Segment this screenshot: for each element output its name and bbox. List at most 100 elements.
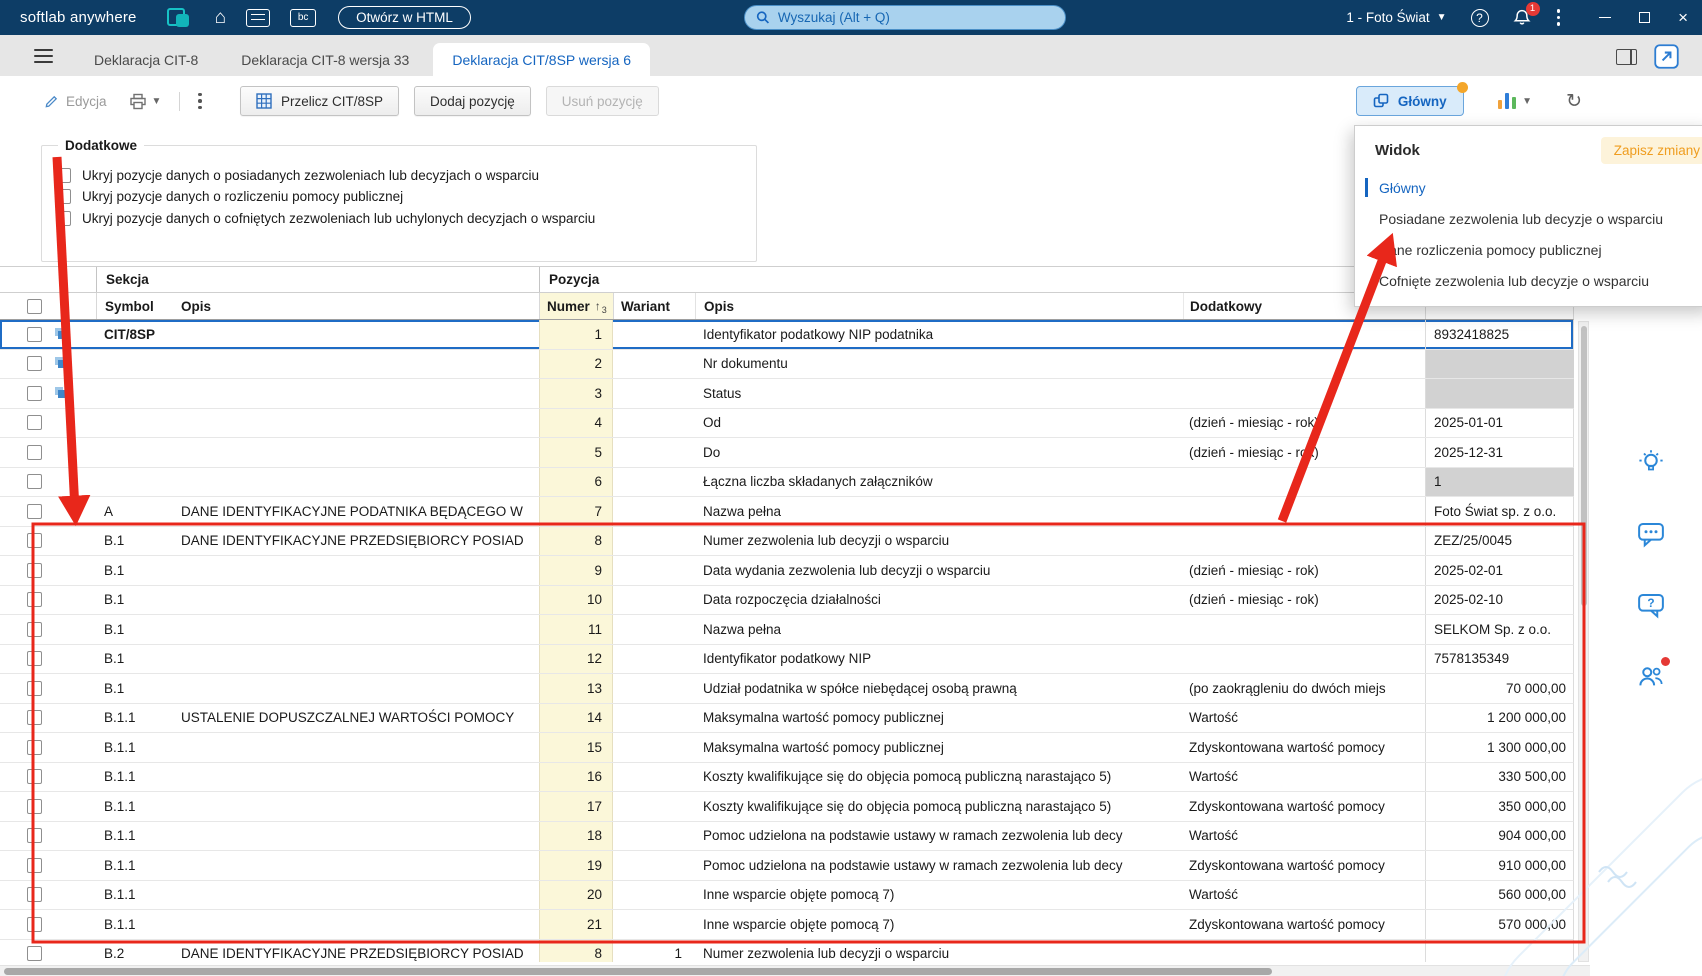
cell-value[interactable]: 904 000,00 — [1425, 821, 1574, 850]
table-row[interactable]: B.1.1 16 Koszty kwalifikujące się do obj… — [0, 762, 1574, 792]
table-row[interactable]: B.1.1 17 Koszty kwalifikujące się do obj… — [0, 792, 1574, 822]
cell-value[interactable]: 910 000,00 — [1425, 851, 1574, 880]
table-row[interactable]: B.1 11 Nazwa pełna SELKOM Sp. z o.o. — [0, 615, 1574, 645]
checkbox[interactable] — [56, 167, 71, 183]
select-all-checkbox[interactable] — [27, 298, 42, 314]
row-checkbox[interactable] — [27, 385, 42, 401]
row-checkbox[interactable] — [27, 828, 42, 844]
overflow-menu-icon[interactable] — [198, 92, 202, 110]
row-checkbox[interactable] — [27, 769, 42, 785]
cell-value[interactable]: 350 000,00 — [1425, 792, 1574, 821]
view-selector-button[interactable]: Główny — [1355, 82, 1468, 116]
cell-value[interactable]: 560 000,00 — [1425, 880, 1574, 909]
help-icon[interactable]: ? — [1470, 8, 1489, 27]
column-header-opis-sekcja[interactable]: Opis — [174, 293, 539, 319]
row-checkbox[interactable] — [27, 503, 42, 519]
open-external-icon[interactable] — [1653, 43, 1680, 70]
table-row[interactable]: 2 Nr dokumentu — [0, 349, 1574, 379]
cell-value[interactable]: 1 200 000,00 — [1425, 703, 1574, 732]
table-row[interactable]: 3 Status — [0, 379, 1574, 409]
refresh-icon[interactable]: ↻ — [1566, 92, 1582, 111]
option-hide-public-aid[interactable]: Ukryj pozycje danych o rozliczeniu pomoc… — [56, 189, 756, 204]
column-header-opis[interactable]: Opis — [695, 293, 1183, 319]
cell-value[interactable]: 2025-02-01 — [1425, 556, 1574, 585]
row-checkbox[interactable] — [27, 857, 42, 873]
remove-row-button[interactable]: Usuń pozycję — [545, 86, 659, 116]
column-header-wariant[interactable]: Wariant — [613, 293, 695, 319]
cell-value[interactable]: SELKOM Sp. z o.o. — [1425, 615, 1574, 644]
column-header-symbol[interactable]: Symbol — [96, 293, 174, 319]
bc-icon[interactable]: bc — [290, 8, 317, 27]
save-changes-button[interactable]: Zapisz zmiany — [1600, 137, 1702, 164]
cell-value[interactable] — [1425, 349, 1574, 378]
row-checkbox[interactable] — [27, 533, 42, 549]
table-row[interactable]: 5 Do (dzień - miesiąc - rok) 2025-12-31 — [0, 438, 1574, 468]
community-button[interactable] — [1634, 657, 1670, 693]
row-checkbox[interactable] — [27, 415, 42, 431]
row-checkbox[interactable] — [27, 474, 42, 490]
cell-value[interactable]: Foto Świat sp. z o.o. — [1425, 497, 1574, 526]
more-menu-icon[interactable] — [1556, 9, 1560, 26]
cell-value[interactable]: 1 — [1425, 467, 1574, 496]
cell-value[interactable] — [1425, 379, 1574, 408]
row-checkbox[interactable] — [27, 946, 42, 962]
table-row[interactable]: B.1 13 Udział podatnika w spółce niebędą… — [0, 674, 1574, 704]
horizontal-scrollbar[interactable] — [0, 965, 1590, 976]
print-button[interactable]: ▼ — [129, 93, 161, 110]
search-input[interactable] — [777, 10, 1054, 25]
minimize-button[interactable] — [1599, 16, 1612, 19]
row-checkbox[interactable] — [27, 592, 42, 608]
table-row[interactable]: B.1 12 Identyfikator podatkowy NIP 75781… — [0, 644, 1574, 674]
cell-value[interactable]: 330 500,00 — [1425, 762, 1574, 791]
cell-value[interactable]: 8932418825 — [1425, 320, 1574, 349]
feedback-button[interactable] — [1634, 517, 1668, 551]
registers-icon[interactable] — [246, 8, 271, 27]
company-selector[interactable]: 1 - Foto Świat ▼ — [1346, 10, 1446, 25]
row-checkbox[interactable] — [27, 651, 42, 667]
anywhere-logo-icon[interactable] — [165, 7, 195, 29]
view-item-dane-rozliczenia[interactable]: Dane rozliczenia pomocy publicznej — [1355, 234, 1702, 265]
table-row[interactable]: B.1.1 19 Pomoc udzielona na podstawie us… — [0, 851, 1574, 881]
checkbox[interactable] — [56, 189, 71, 204]
table-row[interactable]: 4 Od (dzień - miesiąc - rok) 2025-01-01 — [0, 408, 1574, 438]
chart-button[interactable]: ▼ — [1497, 93, 1532, 109]
view-item-glowny[interactable]: Główny — [1355, 172, 1702, 203]
tab-deklaracja-cit8sp-w6[interactable]: Deklaracja CIT/8SP wersja 6 — [433, 43, 651, 76]
table-row[interactable]: B.2 DANE IDENTYFIKACYJNE PRZEDSIĘBIORCY … — [0, 939, 1574, 962]
row-checkbox[interactable] — [27, 562, 42, 578]
row-checkbox[interactable] — [27, 621, 42, 637]
vertical-scrollbar[interactable] — [1578, 321, 1589, 962]
ideas-button[interactable] — [1634, 446, 1668, 480]
option-hide-permits[interactable]: Ukryj pozycje danych o posiadanych zezwo… — [56, 167, 756, 183]
open-in-html-button[interactable]: Otwórz w HTML — [338, 6, 471, 29]
table-row[interactable]: B.1 DANE IDENTYFIKACYJNE PRZEDSIĘBIORCY … — [0, 526, 1574, 556]
table-row[interactable]: B.1 10 Data rozpoczęcia działalności (dz… — [0, 585, 1574, 615]
help-chat-button[interactable]: ? — [1634, 588, 1668, 622]
edit-button[interactable]: Edycja — [44, 94, 107, 109]
table-row[interactable]: B.1.1 20 Inne wsparcie objęte pomocą 7) … — [0, 880, 1574, 910]
row-checkbox[interactable] — [27, 356, 42, 372]
row-checkbox[interactable] — [27, 739, 42, 755]
view-item-posiadane-zezwolenia[interactable]: Posiadane zezwolenia lub decyzje o wspar… — [1355, 203, 1702, 234]
notifications-button[interactable]: 1 — [1512, 1, 1540, 28]
table-row[interactable]: B.1 9 Data wydania zezwolenia lub decyzj… — [0, 556, 1574, 586]
table-row[interactable]: B.1.1 18 Pomoc udzielona na podstawie us… — [0, 821, 1574, 851]
tab-deklaracja-cit8[interactable]: Deklaracja CIT-8 — [75, 43, 217, 76]
row-checkbox[interactable] — [27, 916, 42, 932]
row-checkbox[interactable] — [27, 326, 42, 342]
cell-value[interactable]: 7578135349 — [1425, 644, 1574, 673]
home-icon[interactable]: ⌂ — [215, 8, 226, 27]
global-search[interactable] — [744, 5, 1066, 30]
add-row-button[interactable]: Dodaj pozycję — [413, 86, 531, 116]
close-button[interactable]: × — [1678, 9, 1688, 26]
horizontal-scrollbar-thumb[interactable] — [4, 967, 1272, 975]
checkbox[interactable] — [56, 210, 71, 226]
cell-value[interactable]: 1 300 000,00 — [1425, 733, 1574, 762]
row-checkbox[interactable] — [27, 798, 42, 814]
view-item-cofniete-zezwolenia[interactable]: Cofnięte zezwolenia lub decyzje o wsparc… — [1355, 265, 1702, 296]
table-row[interactable]: B.1.1 USTALENIE DOPUSZCZALNEJ WARTOŚCI P… — [0, 703, 1574, 733]
row-checkbox[interactable] — [27, 710, 42, 726]
side-panel-icon[interactable] — [1616, 48, 1637, 65]
row-checkbox[interactable] — [27, 680, 42, 696]
row-checkbox[interactable] — [27, 444, 42, 460]
